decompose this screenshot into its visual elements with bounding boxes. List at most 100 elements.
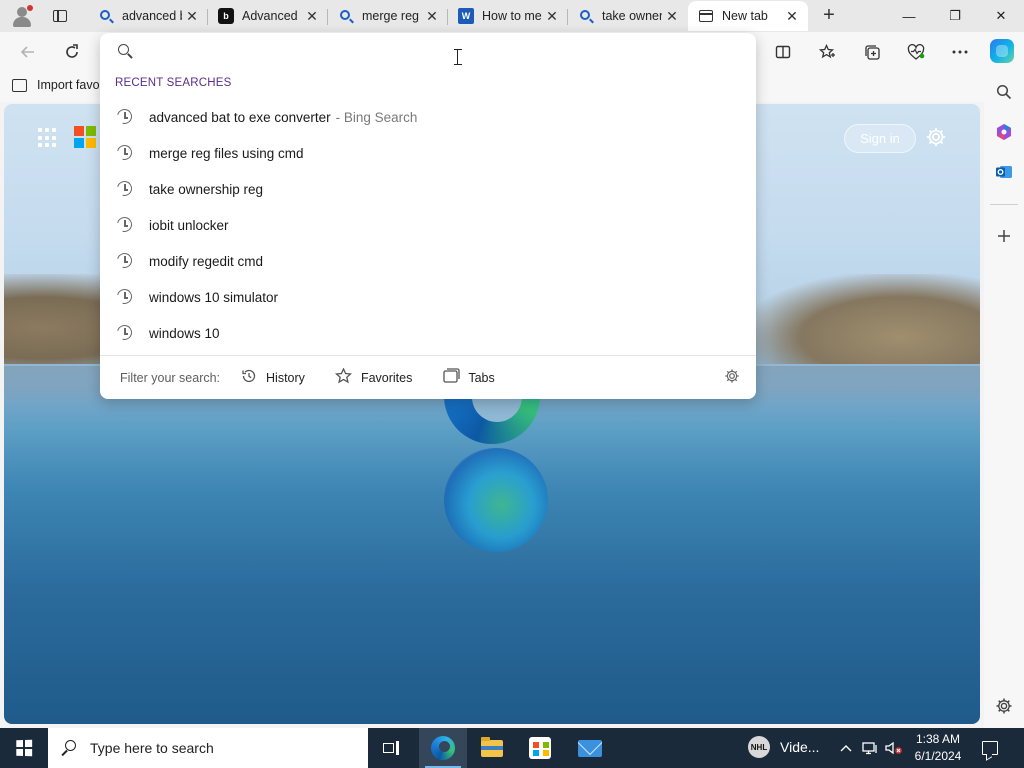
notification-center-icon[interactable] <box>978 736 1002 760</box>
filter-history-button[interactable]: History <box>240 368 305 388</box>
tab-title: New tab <box>722 9 768 23</box>
search-query: windows 10 <box>149 325 220 341</box>
microsoft-365-icon[interactable] <box>992 120 1016 144</box>
search-query: take ownership reg <box>149 181 264 197</box>
star-icon <box>335 366 353 388</box>
history-icon <box>114 286 135 307</box>
import-favorites-label: Import favo <box>37 78 100 92</box>
show-hidden-icons-icon[interactable] <box>836 738 856 758</box>
close-window-button[interactable]: ✕ <box>978 0 1024 32</box>
taskbar-edge-button[interactable] <box>419 728 467 768</box>
network-icon[interactable] <box>861 738 881 758</box>
system-clock[interactable]: 1:38 AM 6/1/2024 <box>906 731 970 765</box>
tab-title: take ownership reg - Search <box>602 9 662 23</box>
filter-favorites-label: Favorites <box>360 370 413 385</box>
filter-label: Filter your search: <box>120 370 221 385</box>
taskbar-mail-button[interactable] <box>566 728 614 768</box>
close-tab-icon[interactable]: ✕ <box>182 6 202 26</box>
sidebar-divider <box>990 204 1018 205</box>
bing-search-icon <box>578 8 594 24</box>
copilot-icon[interactable] <box>990 39 1014 63</box>
tab-bing-search-2[interactable]: merge reg files using cmd - Search ✕ <box>328 1 448 31</box>
recent-search-item[interactable]: iobit unlocker <box>100 207 756 243</box>
address-bar-dropdown: RECENT SEARCHES advanced bat to exe conv… <box>100 33 756 399</box>
history-icon <box>240 368 258 388</box>
tab-new-tab[interactable]: New tab ✕ <box>688 1 808 31</box>
tab-bing-search-3[interactable]: take ownership reg - Search ✕ <box>568 1 688 31</box>
filter-history-label: History <box>266 370 305 385</box>
refresh-icon[interactable] <box>58 38 86 66</box>
recent-search-item[interactable]: windows 10 <box>100 315 756 351</box>
filter-favorites-button[interactable]: Favorites <box>335 366 413 388</box>
search-query: merge reg files using cmd <box>149 145 304 161</box>
new-tab-page-icon <box>698 8 714 24</box>
recent-search-item[interactable]: merge reg files using cmd <box>100 135 756 171</box>
nhl-icon: NHL <box>748 736 770 758</box>
clock-time: 1:38 AM <box>915 732 961 746</box>
recent-search-item[interactable]: modify regedit cmd <box>100 243 756 279</box>
split-screen-icon[interactable] <box>769 38 797 66</box>
search-icon[interactable] <box>992 80 1016 104</box>
news-widget-label: Vide... <box>780 739 820 755</box>
collections-icon[interactable] <box>858 38 886 66</box>
outlook-icon[interactable] <box>992 160 1016 184</box>
history-icon <box>114 322 135 343</box>
close-tab-icon[interactable]: ✕ <box>302 6 322 26</box>
edge-icon <box>431 736 455 760</box>
tab-bat-converter[interactable]: b Advanced BAT to EXE Converter ✕ <box>208 1 328 31</box>
volume-muted-icon[interactable] <box>884 738 904 758</box>
recent-search-item[interactable]: windows 10 simulator <box>100 279 756 315</box>
edge-sidebar <box>984 72 1024 728</box>
search-icon <box>61 740 78 757</box>
history-icon <box>114 214 135 235</box>
edge-logo-reflection <box>444 448 548 552</box>
sign-in-button[interactable]: Sign in <box>844 124 916 153</box>
app-launcher-icon[interactable] <box>38 128 58 148</box>
close-tab-icon[interactable]: ✕ <box>422 6 442 26</box>
filter-tabs-button[interactable]: Tabs <box>442 368 495 387</box>
search-source: - Bing Search <box>335 109 418 125</box>
profile-icon[interactable] <box>10 4 34 28</box>
folder-icon <box>481 736 503 757</box>
back-arrow-icon[interactable] <box>14 38 42 66</box>
store-icon <box>529 737 551 759</box>
page-settings-icon[interactable] <box>924 126 948 150</box>
tab-bing-search-1[interactable]: advanced bat to exe converter - Bing Sea… <box>88 1 208 31</box>
import-favorites-button[interactable]: Import favo <box>12 78 100 92</box>
new-tab-button[interactable]: + <box>818 5 840 27</box>
taskbar-store-button[interactable] <box>516 728 564 768</box>
tab-actions-icon[interactable] <box>46 4 74 28</box>
search-icon <box>116 43 134 61</box>
restore-button[interactable]: ❐ <box>932 0 978 32</box>
browser-essentials-icon[interactable] <box>902 38 930 66</box>
close-tab-icon[interactable]: ✕ <box>782 6 802 26</box>
taskbar-search-box[interactable]: Type here to search <box>48 728 368 768</box>
sidebar-settings-icon[interactable] <box>992 694 1016 718</box>
taskbar-search-placeholder: Type here to search <box>90 740 214 756</box>
add-icon[interactable] <box>992 224 1016 248</box>
clock-date: 6/1/2024 <box>914 749 962 763</box>
task-view-button[interactable] <box>368 728 416 768</box>
tab-word-doc[interactable]: W How to merge .reg files ✕ <box>448 1 568 31</box>
mail-icon <box>578 739 602 757</box>
taskbar-file-explorer-button[interactable] <box>468 728 516 768</box>
search-query: windows 10 simulator <box>149 289 279 305</box>
start-button[interactable] <box>0 728 48 768</box>
text-cursor-icon <box>454 49 462 65</box>
microsoft-logo-icon[interactable] <box>74 126 96 148</box>
close-tab-icon[interactable]: ✕ <box>662 6 682 26</box>
bing-search-icon <box>338 8 354 24</box>
recent-searches-list: advanced bat to exe converter - Bing Sea… <box>100 99 756 351</box>
history-icon <box>114 106 135 127</box>
filter-tabs-label: Tabs <box>468 370 495 385</box>
news-widget[interactable]: NHL Vide... <box>748 736 819 758</box>
history-icon <box>114 142 135 163</box>
close-tab-icon[interactable]: ✕ <box>542 6 562 26</box>
favorites-icon[interactable] <box>813 38 841 66</box>
minimize-button[interactable]: — <box>886 0 932 32</box>
search-settings-icon[interactable] <box>722 368 742 388</box>
recent-search-item[interactable]: advanced bat to exe converter - Bing Sea… <box>100 99 756 135</box>
taskbar: Type here to search NHL Vide... 1:38 AM … <box>0 728 1024 768</box>
more-options-icon[interactable] <box>946 38 974 66</box>
recent-search-item[interactable]: take ownership reg <box>100 171 756 207</box>
